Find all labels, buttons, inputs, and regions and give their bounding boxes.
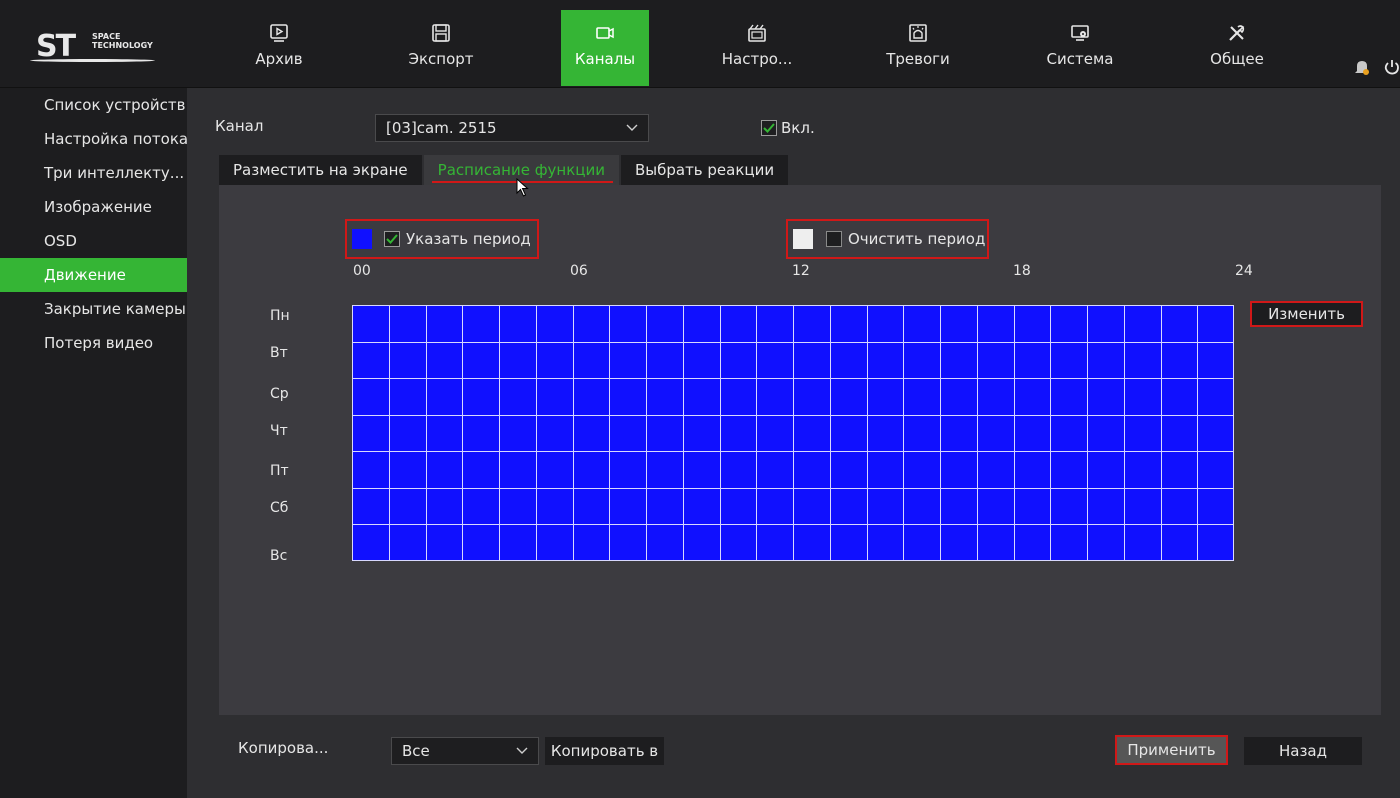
nav-label: Архив [255,50,303,68]
nav-label: Тревоги [886,50,950,68]
copy-source-select[interactable]: Все [391,737,539,765]
top-navigation-bar: ST SPACE TECHNOLOGY Архив Экспорт Каналы… [0,0,1400,88]
tools-icon [1226,22,1248,44]
clear-period-label: Очистить период [848,230,986,248]
clear-period-checkbox[interactable] [826,231,842,247]
set-period-color-swatch [352,229,372,249]
nav-general[interactable]: Общее [1193,10,1281,86]
camera-icon [594,22,616,44]
day-label: Вт [270,345,288,361]
day-label: Пт [270,463,289,479]
clear-period-color-swatch [793,229,813,249]
day-label: Сб [270,500,289,516]
sidebar-menu: Список устройств Настройка потока Три ин… [0,88,188,798]
sidebar-item-video-loss[interactable]: Потеря видео [0,326,187,360]
channel-label: Канал [215,117,264,135]
channel-select-value: [03]cam. 2515 [386,119,497,137]
set-period-checkbox[interactable] [384,231,400,247]
nav-label: Общее [1210,50,1264,68]
nav-label: Каналы [574,50,636,68]
enable-checkbox[interactable] [761,120,777,136]
nav-system[interactable]: Система [1036,10,1124,86]
set-period-label: Указать период [406,230,531,248]
schedule-grid[interactable] [352,305,1234,561]
logo-sub-line2: TECHNOLOGY [92,41,153,50]
hour-tick: 00 [353,263,371,279]
edit-schedule-button[interactable]: Изменить [1250,301,1363,327]
logo-sub-line1: SPACE [92,32,121,41]
day-label: Ср [270,386,289,402]
nav-record-settings[interactable]: Настро... [713,10,801,86]
channel-select[interactable]: [03]cam. 2515 [375,114,649,142]
sidebar-item-stream-settings[interactable]: Настройка потока [0,122,188,156]
chevron-down-icon [516,743,528,761]
nav-alarms[interactable]: Тревоги [874,10,962,86]
brand-logo: ST SPACE TECHNOLOGY [0,0,190,88]
tab-select-reactions[interactable]: Выбрать реакции [620,155,789,185]
tab-function-schedule-label: Расписание функции [437,161,605,179]
alarm-icon [907,22,929,44]
hour-tick: 12 [792,263,810,279]
apply-button[interactable]: Применить [1115,735,1228,765]
clear-period-option[interactable]: Очистить период [826,230,985,248]
nav-label: Настро... [721,50,793,68]
nav-archive[interactable]: Архив [235,10,323,86]
sidebar-item-image[interactable]: Изображение [0,190,187,224]
copy-source-value: Все [402,742,430,760]
nav-label: Система [1046,50,1114,68]
nav-export[interactable]: Экспорт [397,10,485,86]
nav-channels[interactable]: Каналы [561,10,649,86]
copy-label: Копирова... [238,739,329,757]
sidebar-item-intelligence[interactable]: Три интеллекту... [0,156,187,190]
day-label: Пн [270,308,290,324]
hour-tick: 24 [1235,263,1253,279]
mouse-cursor-icon [516,177,530,202]
enable-label: Вкл. [781,119,815,137]
power-icon[interactable] [1384,58,1400,80]
nav-label: Экспорт [408,50,474,68]
notification-bell-icon[interactable] [1354,58,1370,80]
hour-tick: 06 [570,263,588,279]
sidebar-item-camera-tamper[interactable]: Закрытие камеры [0,292,187,326]
save-disk-icon [430,22,452,44]
back-button[interactable]: Назад [1244,737,1362,765]
day-label: Вс [270,548,288,564]
set-period-option[interactable]: Указать период [384,230,531,248]
logo-subtitle: SPACE TECHNOLOGY [92,32,153,50]
sidebar-item-device-list[interactable]: Список устройств [0,88,187,122]
logo-swoosh [30,59,155,62]
tab-bar: Разместить на экране Расписание функции … [219,155,790,185]
sidebar-item-osd[interactable]: OSD [0,224,187,258]
enable-toggle[interactable]: Вкл. [761,119,815,137]
chevron-down-icon [626,120,638,138]
system-monitor-icon [1069,22,1091,44]
record-settings-icon [746,22,768,44]
hour-tick: 18 [1013,263,1031,279]
day-label: Чт [270,423,288,439]
copy-to-button[interactable]: Копировать в [545,737,664,765]
tab-screen-area[interactable]: Разместить на экране [219,155,422,185]
schedule-grid-lines[interactable] [352,305,1234,561]
sidebar-item-motion[interactable]: Движение [0,258,187,292]
playback-icon [268,22,290,44]
